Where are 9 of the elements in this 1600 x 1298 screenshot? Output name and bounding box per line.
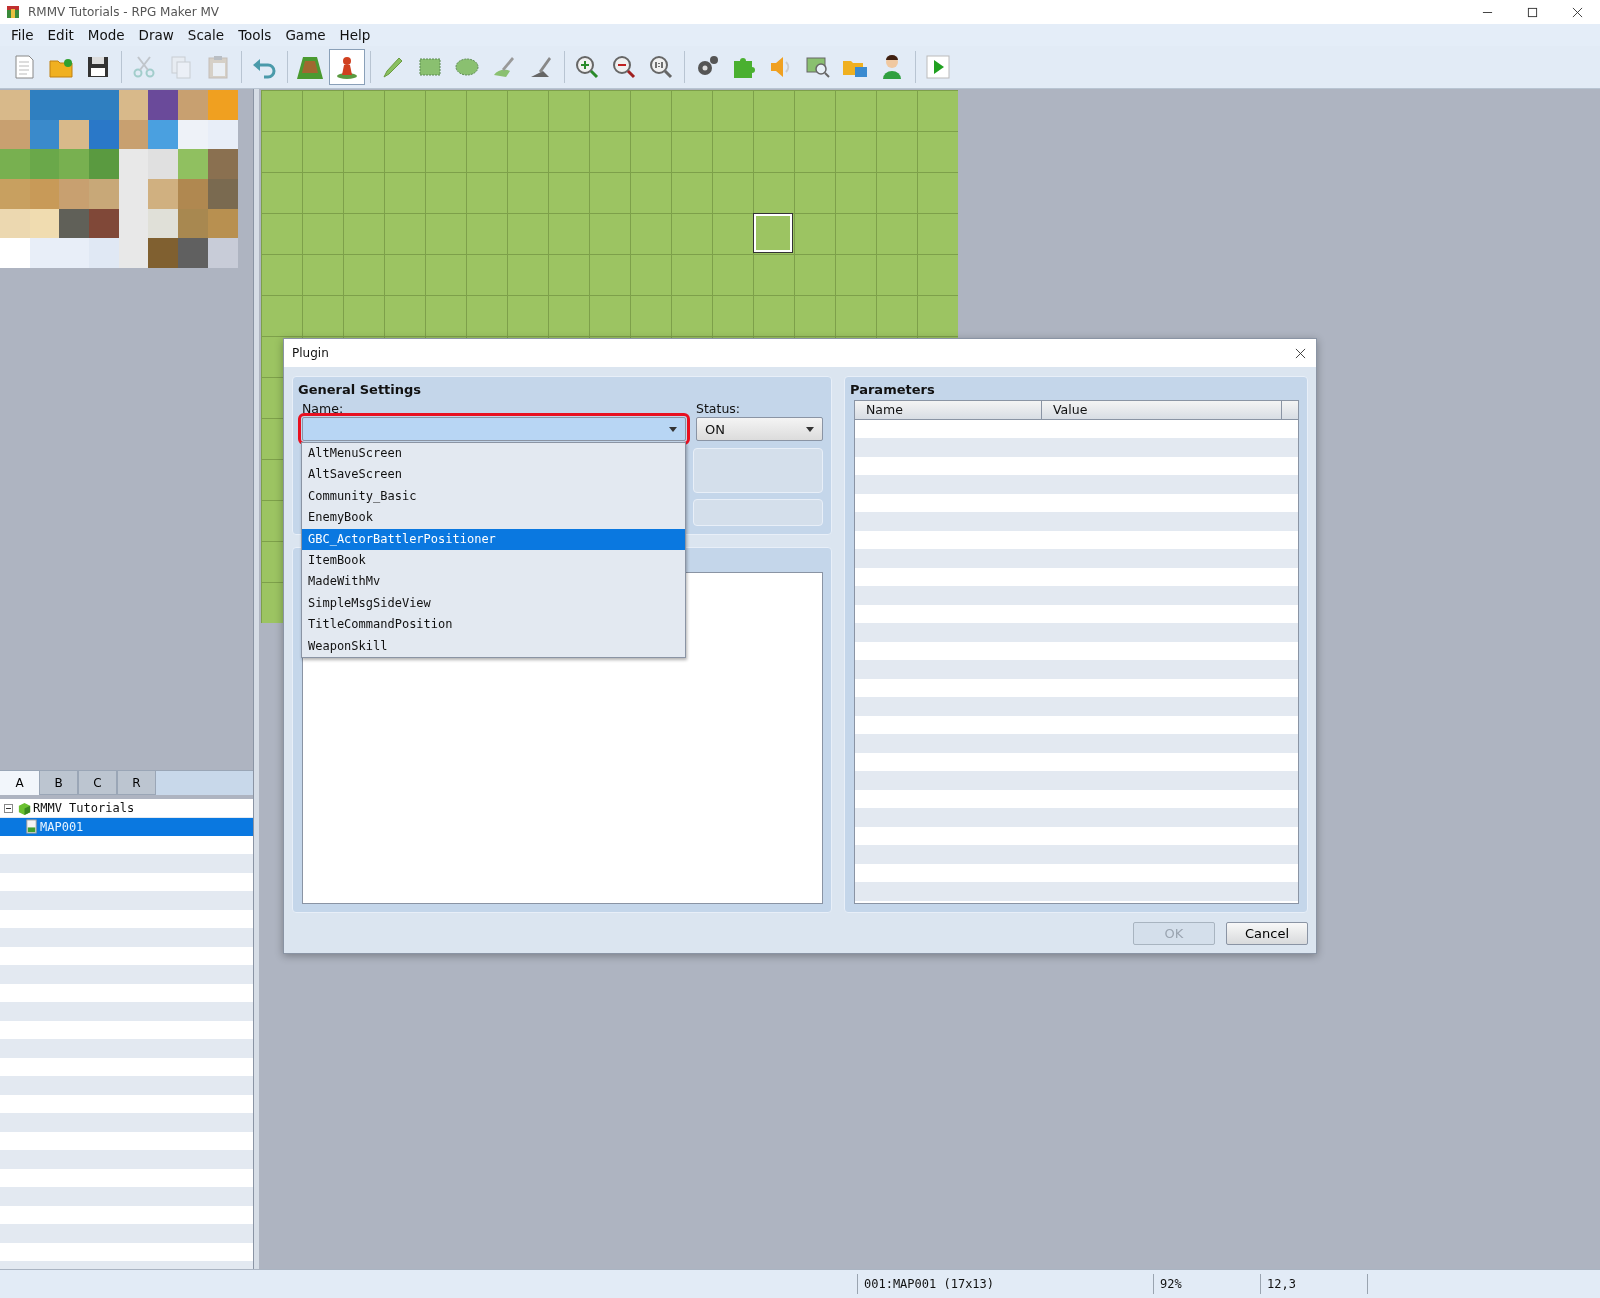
panel-heading: Parameters xyxy=(850,382,936,397)
field-label: Name: xyxy=(302,401,345,417)
field-label: Status: xyxy=(696,401,742,417)
window-title: RMMV Tutorials - RPG Maker MV xyxy=(28,5,219,19)
status-field: 001:MAP001 (17x13) xyxy=(858,1274,1154,1294)
status-field: 92% xyxy=(1154,1274,1261,1294)
status-field: 12,3 xyxy=(1261,1274,1368,1294)
dialog-title: Plugin xyxy=(292,346,329,360)
panel-heading: General Settings xyxy=(298,382,423,397)
